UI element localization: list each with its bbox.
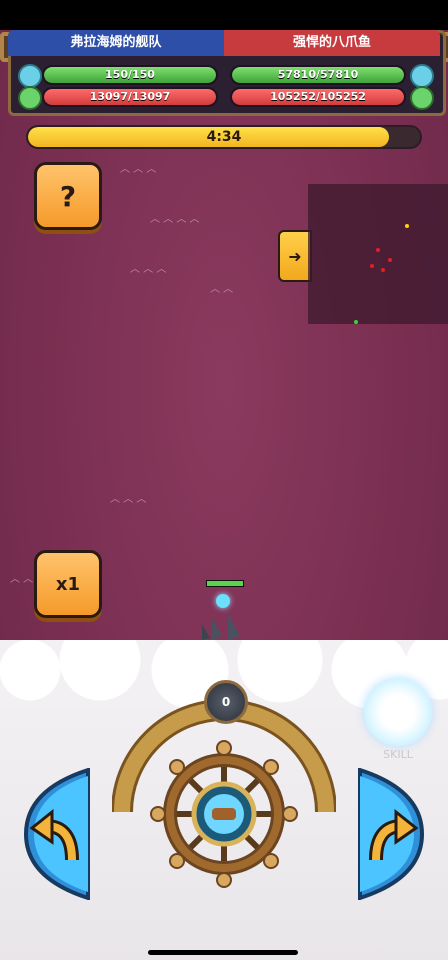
- minimap-marker-enemy: [370, 264, 374, 268]
- left-shield-text: 150/150: [105, 68, 155, 81]
- status-bar: [0, 0, 448, 30]
- battle-timer-text: 4:34: [206, 129, 242, 145]
- enemy-ship-icon: [410, 86, 434, 110]
- left-hp-bar: 13097/13097: [44, 89, 216, 105]
- help-button[interactable]: ?: [34, 162, 102, 230]
- minimap-marker-enemy: [376, 248, 380, 252]
- minimap-marker-yellow: [405, 224, 409, 228]
- wave-decoration: ︿ ︿ ︿: [110, 494, 147, 505]
- home-indicator: [148, 950, 298, 955]
- wave-decoration: ︿ ︿ ︿ ︿: [150, 214, 200, 225]
- left-team-name: 弗拉海姆的舰队: [8, 30, 224, 56]
- game-screen: ︿ ︿ ︿ ︿ ︿ ︿ ︿ ︿ ︿ ︿ ︿ ︿ ︿ ︿ ︿ ︿ ︿ 弗拉海姆的舰…: [0, 0, 448, 960]
- turn-left-button[interactable]: [22, 768, 92, 900]
- minimap[interactable]: [308, 184, 448, 324]
- speed-button[interactable]: x1: [34, 550, 102, 618]
- fleet-captain-icon: [18, 64, 42, 88]
- enemy-captain-icon: [410, 64, 434, 88]
- skill-label: SKILL: [383, 748, 413, 761]
- left-shield-bar: 150/150: [44, 67, 216, 83]
- skill-button[interactable]: [364, 678, 432, 746]
- right-shield-bar: 57810/57810: [232, 67, 404, 83]
- fleet-ship-icon: [18, 86, 42, 110]
- right-hp-bar: 105252/105252: [232, 89, 404, 105]
- minimap-marker-player: [354, 320, 358, 324]
- left-hp-text: 13097/13097: [89, 90, 171, 103]
- player-indicator-icon: [216, 594, 230, 608]
- right-hp-text: 105252/105252: [270, 90, 366, 103]
- ship-wheel-icon[interactable]: [150, 740, 298, 888]
- right-team-name: 强悍的八爪鱼: [224, 30, 440, 56]
- arrow-right-icon: ➜: [288, 246, 302, 266]
- player-ship-hp-bar: [206, 580, 244, 587]
- wave-decoration: ︿ ︿ ︿: [120, 164, 157, 175]
- throttle-value: 0: [204, 680, 248, 724]
- turn-right-button[interactable]: [356, 768, 426, 900]
- player-ship-hp-fill: [207, 581, 243, 586]
- minimap-marker-enemy: [381, 268, 385, 272]
- wave-decoration: ︿ ︿: [210, 284, 234, 295]
- minimap-toggle-button[interactable]: ➜: [278, 230, 312, 282]
- wave-decoration: ︿ ︿: [10, 574, 34, 585]
- battle-hud: 弗拉海姆的舰队 强悍的八爪鱼 150/150 13097/13097 57810…: [0, 30, 448, 130]
- right-shield-text: 57810/57810: [277, 68, 359, 81]
- battle-timer-bar: 4:34: [28, 127, 420, 147]
- minimap-marker-enemy: [388, 258, 392, 262]
- wave-decoration: ︿ ︿ ︿: [130, 264, 167, 275]
